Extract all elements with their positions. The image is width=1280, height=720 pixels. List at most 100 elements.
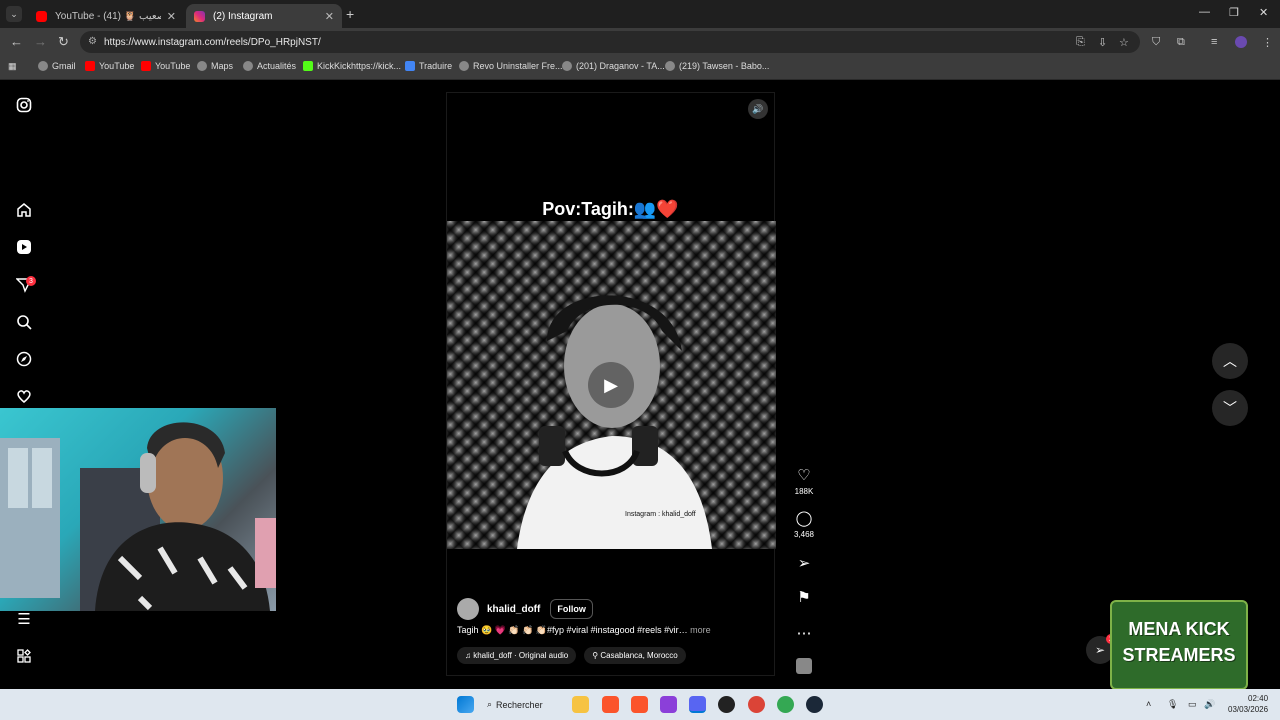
tab-title: YouTube - تحدي صعيب 🦉 (41): [55, 10, 161, 22]
bookmark-youtube-2[interactable]: YouTube: [141, 61, 190, 71]
shield-icon[interactable]: ⛉: [1152, 36, 1160, 49]
bookmark-traduire[interactable]: Traduire: [405, 61, 452, 71]
bookmark-tawsen[interactable]: (219) Tawsen - Babo...: [665, 61, 769, 71]
search-label: Rechercher: [496, 699, 543, 710]
reels-icon[interactable]: [15, 238, 33, 256]
more-options-button[interactable]: ⋯: [790, 624, 818, 643]
network-icon[interactable]: ▭: [1188, 699, 1197, 710]
profile-avatar[interactable]: [1235, 36, 1247, 48]
site-info-icon[interactable]: ⚙: [88, 36, 97, 47]
apps-grid-icon[interactable]: ▦: [8, 61, 17, 72]
tab-instagram[interactable]: (2) Instagram ✕: [186, 4, 342, 28]
audio-thumbnail[interactable]: [790, 658, 818, 679]
translate-icon[interactable]: ⎘: [1076, 36, 1085, 49]
location-chip[interactable]: ⚲ Casablanca, Morocco: [584, 647, 686, 664]
bookmark-gmail[interactable]: Gmail: [38, 61, 76, 71]
reload-icon[interactable]: ↻: [58, 34, 69, 50]
back-icon[interactable]: ←: [10, 34, 23, 49]
also-from-meta-icon[interactable]: [15, 647, 33, 665]
share-button[interactable]: ➢: [790, 554, 818, 573]
chrome-icon[interactable]: [748, 696, 765, 713]
microphone-icon[interactable]: 🎙: [1167, 699, 1178, 710]
system-clock[interactable]: 02:40 03/03/2026: [1228, 693, 1268, 715]
like-button[interactable]: ♡ 188K: [790, 466, 818, 496]
reel-overlay-caption: Pov:Tagih:👥❤️: [542, 199, 679, 219]
comment-button[interactable]: ◯ 3,468: [790, 509, 818, 539]
bookmark-star-icon[interactable]: ☆: [1119, 36, 1129, 49]
browser-tab-bar: ⌄ YouTube - تحدي صعيب 🦉 (41) ✕ (2) Insta…: [0, 0, 1280, 28]
comment-count: 3,468: [793, 530, 815, 539]
mena-kick-streamers-logo: MENA KICK STREAMERS: [1110, 600, 1248, 690]
description-text: Tagih 🥹 💗 👏🏻 👏🏻 👏🏻#fyp #viral #instagood…: [457, 625, 688, 635]
tab-search-button[interactable]: ⌄: [6, 6, 22, 22]
video-watermark: Instagram : khalid_doff: [625, 511, 696, 518]
follow-button[interactable]: Follow: [550, 599, 593, 619]
windows-start-icon[interactable]: [457, 696, 474, 713]
search-icon[interactable]: [15, 313, 33, 331]
heart-icon: ♡: [797, 467, 811, 484]
clock-date: 03/03/2026: [1228, 705, 1269, 714]
avatar[interactable]: [457, 598, 479, 620]
reel-video[interactable]: Instagram : khalid_doff ▶: [447, 221, 776, 549]
music-note-icon: ♫: [465, 651, 474, 660]
bookmark-revo[interactable]: Revo Uninstaller Fre...: [459, 61, 563, 71]
chevron-up-icon[interactable]: ˄: [1146, 699, 1151, 709]
bookmark-icon: ⚑: [797, 589, 811, 606]
discord-icon[interactable]: [689, 696, 706, 713]
tab-youtube[interactable]: YouTube - تحدي صعيب 🦉 (41) ✕: [28, 4, 184, 28]
volume-icon[interactable]: 🔊: [1204, 699, 1215, 710]
more-dots-icon: ⋯: [796, 625, 812, 642]
clock-time: 02:40: [1248, 694, 1269, 703]
notifications-heart-icon[interactable]: [15, 387, 33, 405]
bookmark-youtube[interactable]: YouTube: [85, 61, 134, 71]
instagram-logo-icon[interactable]: [15, 96, 33, 114]
obs-icon[interactable]: [718, 696, 735, 713]
globe-icon: [243, 61, 253, 71]
reel-description: Tagih 🥹 💗 👏🏻 👏🏻 👏🏻#fyp #viral #instagood…: [457, 625, 767, 636]
more-link[interactable]: more: [690, 625, 711, 635]
home-icon[interactable]: [15, 201, 33, 219]
chevron-down-icon: ﹀: [1223, 400, 1237, 416]
next-reel-button[interactable]: ﹀: [1212, 390, 1248, 426]
brave-icon[interactable]: [602, 696, 619, 713]
taskbar-search[interactable]: ⌕ Rechercher: [487, 695, 543, 714]
address-toolbar: ← → ↻ ⚙ https://www.instagram.com/reels/…: [0, 28, 1280, 56]
bookmark-maps[interactable]: Maps: [197, 61, 233, 71]
save-button[interactable]: ⚑: [790, 588, 818, 607]
audio-icon[interactable]: 🔊: [748, 99, 768, 119]
close-icon[interactable]: ✕: [167, 10, 176, 23]
new-tab-button[interactable]: +: [346, 6, 354, 22]
steam-icon[interactable]: [806, 696, 823, 713]
extensions-icon[interactable]: ⧉: [1177, 36, 1185, 49]
play-icon[interactable]: ▶: [588, 362, 634, 408]
file-explorer-icon[interactable]: [572, 696, 589, 713]
more-menu-icon[interactable]: ☰: [15, 610, 33, 628]
install-app-icon[interactable]: ⇩: [1098, 36, 1107, 49]
brave-nightly-icon[interactable]: [660, 696, 677, 713]
minimize-icon[interactable]: —: [1199, 6, 1210, 18]
bookmark-kick[interactable]: KickKickhttps://kick...: [303, 61, 401, 71]
kick-icon: [303, 61, 313, 71]
chrome-icon[interactable]: [777, 696, 794, 713]
brave-icon[interactable]: [631, 696, 648, 713]
author-username[interactable]: khalid_doff: [487, 604, 540, 615]
bookmark-actualites[interactable]: Actualités: [243, 61, 296, 71]
explore-icon[interactable]: [15, 350, 33, 368]
globe-icon: [562, 61, 572, 71]
globe-icon: [459, 61, 469, 71]
translate-icon: [405, 61, 415, 71]
menu-icon[interactable]: ⋮: [1262, 36, 1273, 49]
media-icon[interactable]: ≡: [1211, 36, 1217, 48]
chevron-up-icon: ︿: [1223, 353, 1237, 369]
previous-reel-button[interactable]: ︿: [1212, 343, 1248, 379]
forward-icon[interactable]: →: [34, 34, 47, 49]
audio-thumb-icon: [796, 658, 812, 674]
address-bar[interactable]: ⚙ https://www.instagram.com/reels/DPo_HR…: [80, 31, 1140, 53]
close-window-icon[interactable]: ✕: [1259, 6, 1268, 19]
reel-card[interactable]: 🔊 Pov:Tagih:👥❤️ Instagram : khalid_doff …: [446, 92, 776, 676]
bookmark-draganov[interactable]: (201) Draganov - TA...: [562, 61, 665, 71]
close-icon[interactable]: ✕: [325, 10, 334, 23]
audio-chip[interactable]: ♫ khalid_doff · Original audio: [457, 647, 577, 664]
restore-icon[interactable]: ❐: [1229, 6, 1239, 19]
like-count: 188K: [794, 487, 814, 496]
